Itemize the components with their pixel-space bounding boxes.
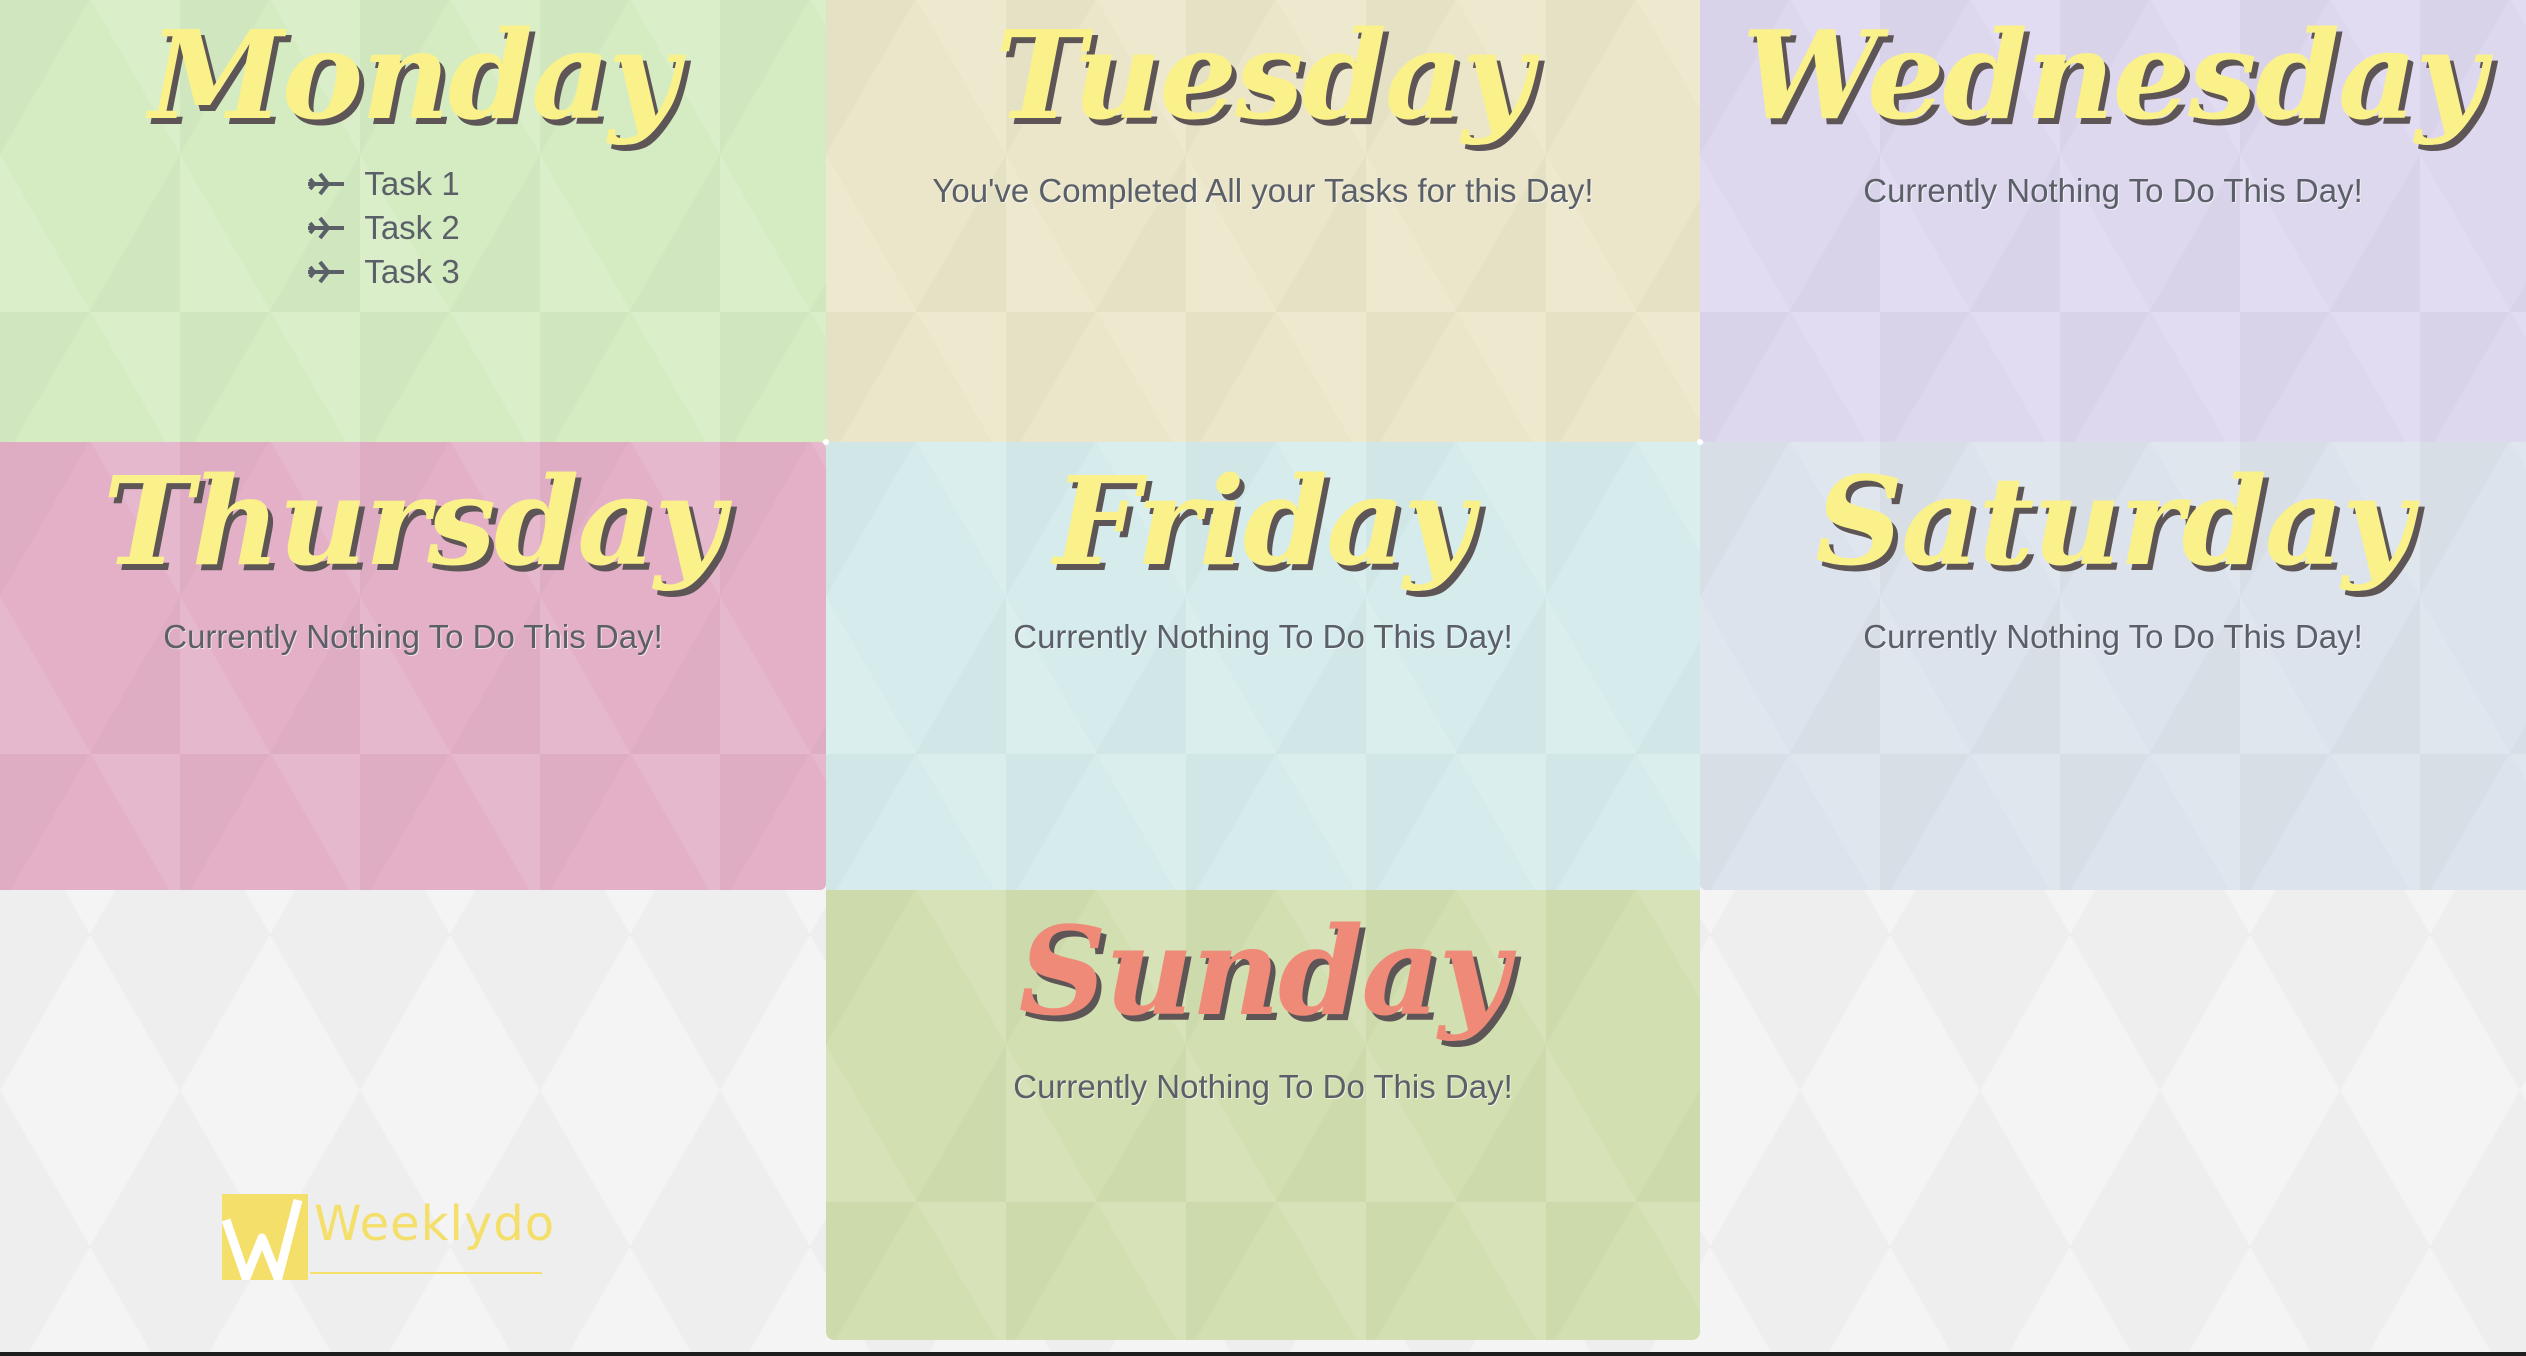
logo-text: Weeklydo <box>314 1196 556 1252</box>
day-message-friday: Currently Nothing To Do This Day! <box>1013 618 1513 655</box>
day-card-thursday: Thursday Currently Nothing To Do This Da… <box>0 442 826 890</box>
airplane-icon <box>308 216 345 240</box>
task-label: Task 2 <box>364 209 460 246</box>
airplane-icon <box>308 172 345 196</box>
day-title-monday: Monday <box>148 3 679 147</box>
day-message-tuesday: You've Completed All your Tasks for this… <box>932 172 1594 209</box>
day-title-wednesday: Wednesday <box>1741 3 2486 147</box>
grid-dot <box>823 439 829 445</box>
day-card-tuesday: Tuesday You've Completed All your Tasks … <box>826 0 1700 442</box>
weeklydo-logo-icon <box>222 1194 308 1280</box>
logo-underline <box>310 1272 542 1274</box>
day-message-thursday: Currently Nothing To Do This Day! <box>163 618 663 655</box>
task-item[interactable]: Task 2 <box>306 206 460 250</box>
day-title-sunday: Sunday <box>1018 899 1510 1043</box>
day-title-thursday: Thursday <box>102 449 725 593</box>
day-message-wednesday: Currently Nothing To Do This Day! <box>1863 172 2363 209</box>
airplane-icon <box>308 260 345 284</box>
task-item[interactable]: Task 1 <box>306 162 460 206</box>
task-label: Task 3 <box>364 253 460 290</box>
weeklydo-logo[interactable]: Weeklydo <box>222 1194 554 1284</box>
day-card-sunday: Sunday Currently Nothing To Do This Day! <box>826 890 1700 1340</box>
task-label: Task 1 <box>364 165 460 202</box>
weekly-planner: Monday Task 1 Task 2 Task 3 Tuesday You'… <box>0 0 2526 1356</box>
day-card-monday: Monday Task 1 Task 2 Task 3 <box>0 0 826 442</box>
day-title-tuesday: Tuesday <box>995 3 1533 147</box>
page-bottom-bar <box>0 1352 2526 1356</box>
day-message-saturday: Currently Nothing To Do This Day! <box>1863 618 2363 655</box>
day-message-sunday: Currently Nothing To Do This Day! <box>1013 1068 1513 1105</box>
day-title-friday: Friday <box>1053 449 1474 593</box>
task-item[interactable]: Task 3 <box>306 250 460 294</box>
task-list-monday: Task 1 Task 2 Task 3 <box>306 162 460 294</box>
day-card-saturday: Saturday Currently Nothing To Do This Da… <box>1700 442 2526 890</box>
day-card-wednesday: Wednesday Currently Nothing To Do This D… <box>1700 0 2526 442</box>
day-title-saturday: Saturday <box>1815 449 2413 593</box>
day-card-friday: Friday Currently Nothing To Do This Day! <box>826 442 1700 890</box>
grid-dot <box>1697 439 1703 445</box>
